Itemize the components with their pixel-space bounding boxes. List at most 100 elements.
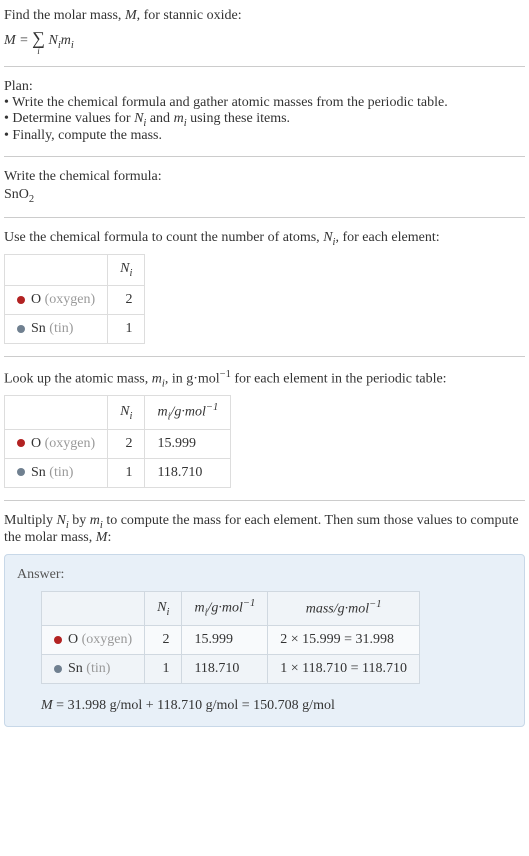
oxygen-dot-icon	[17, 439, 25, 447]
sigma-sub: i	[32, 49, 45, 54]
intro-text: Find the molar mass,	[4, 8, 125, 23]
oxygen-sym: O	[31, 292, 41, 307]
a-m: m	[194, 601, 204, 616]
intro-var-m: M	[125, 8, 137, 23]
oxygen-dot-icon	[54, 636, 62, 644]
tin-dot-icon	[17, 325, 25, 333]
tin-name: (tin)	[49, 465, 73, 480]
plan2-suffix: using these items.	[187, 111, 290, 126]
header-mi: mi/g·mol−1	[182, 592, 268, 625]
oxygen-dot-icon	[17, 296, 25, 304]
chem-formula-section: Write the chemical formula: SnO2	[4, 169, 525, 205]
count-n: N	[323, 230, 332, 245]
am-mid: , in g·mol	[165, 371, 220, 386]
intro-section: Find the molar mass, M, for stannic oxid…	[4, 8, 525, 54]
mult-n: N	[57, 513, 66, 528]
mult-prefix: Multiply	[4, 513, 57, 528]
tin-name: (tin)	[49, 321, 73, 336]
element-cell-oxygen: O (oxygen)	[5, 429, 108, 458]
chem-formula-heading: Write the chemical formula:	[4, 169, 525, 185]
oxygen-mass: 15.999	[182, 625, 268, 654]
oxygen-name: (oxygen)	[82, 632, 133, 647]
header-empty	[5, 254, 108, 285]
plan2-prefix: • Determine values for	[4, 111, 134, 126]
final-m: M	[41, 698, 53, 713]
am-m: m	[152, 371, 162, 386]
plan-heading: Plan:	[4, 79, 525, 95]
a-mass-exp: −1	[369, 599, 381, 610]
plan2-and: and	[146, 111, 173, 126]
tin-calc: 1 × 118.710 = 118.710	[268, 654, 420, 683]
table-header-row: Ni	[5, 254, 145, 285]
formula-m-sub: i	[71, 40, 74, 51]
table-row: O (oxygen) 2 15.999 2 × 15.999 = 31.998	[42, 625, 420, 654]
table-row: Sn (tin) 1	[5, 314, 145, 343]
header-ni: Ni	[108, 254, 145, 285]
intro-line1: Find the molar mass, M, for stannic oxid…	[4, 8, 525, 24]
h-m-exp: −1	[206, 402, 218, 413]
header-n-sub: i	[130, 268, 133, 279]
tin-dot-icon	[17, 468, 25, 476]
formula-lhs: M	[4, 33, 16, 48]
header-n: N	[120, 261, 129, 276]
molar-mass-formula: M = ∑i Nimi	[4, 28, 525, 54]
plan-item-1: • Write the chemical formula and gather …	[4, 95, 525, 111]
mult-m: m	[90, 513, 100, 528]
oxygen-count: 2	[145, 625, 182, 654]
a-m-unit: /g·mol	[207, 601, 242, 616]
divider	[4, 356, 525, 357]
oxygen-sym: O	[68, 632, 78, 647]
a-mass-label: mass/g·mol	[306, 602, 369, 617]
tin-sym: Sn	[31, 465, 46, 480]
oxygen-name: (oxygen)	[45, 292, 96, 307]
plan-item-3: • Finally, compute the mass.	[4, 128, 525, 144]
am-exp: −1	[220, 369, 231, 380]
a-m-exp: −1	[243, 598, 255, 609]
header-empty	[42, 592, 145, 625]
atomic-mass-heading: Look up the atomic mass, mi, in g·mol−1 …	[4, 369, 525, 389]
chem-formula: SnO2	[4, 187, 525, 205]
h-m-unit: /g·mol	[170, 405, 205, 420]
tin-mass: 118.710	[182, 654, 268, 683]
mult-suffix: :	[107, 530, 111, 545]
table-row: Sn (tin) 1 118.710 1 × 118.710 = 118.710	[42, 654, 420, 683]
oxygen-count: 2	[108, 285, 145, 314]
divider	[4, 217, 525, 218]
header-ni: Ni	[145, 592, 182, 625]
header-mi: mi/g·mol−1	[145, 396, 231, 429]
formula-m: m	[61, 33, 71, 48]
element-cell-tin: Sn (tin)	[42, 654, 145, 683]
a-n: N	[157, 600, 166, 615]
multiply-heading: Multiply Ni by mi to compute the mass fo…	[4, 513, 525, 547]
formula-eq: =	[16, 33, 32, 48]
answer-box: Answer: Ni mi/g·mol−1 mass/g·mol−1 O (ox…	[4, 554, 525, 726]
oxygen-sym: O	[31, 436, 41, 451]
plan2-m: m	[174, 111, 184, 126]
answer-table: Ni mi/g·mol−1 mass/g·mol−1 O (oxygen) 2 …	[41, 591, 420, 683]
h-n: N	[120, 404, 129, 419]
element-cell-tin: Sn (tin)	[5, 314, 108, 343]
element-cell-oxygen: O (oxygen)	[5, 285, 108, 314]
count-prefix: Use the chemical formula to count the nu…	[4, 230, 323, 245]
oxygen-count: 2	[108, 429, 145, 458]
atomic-mass-table: Ni mi/g·mol−1 O (oxygen) 2 15.999 Sn (ti…	[4, 395, 231, 487]
am-prefix: Look up the atomic mass,	[4, 371, 152, 386]
oxygen-mass: 15.999	[145, 429, 231, 458]
chem-base: SnO	[4, 187, 29, 202]
formula-n: N	[48, 33, 57, 48]
table-row: O (oxygen) 2	[5, 285, 145, 314]
table-header-row: Ni mi/g·mol−1	[5, 396, 231, 429]
count-atoms-section: Use the chemical formula to count the nu…	[4, 230, 525, 344]
divider	[4, 156, 525, 157]
am-suffix: for each element in the periodic table:	[231, 371, 447, 386]
element-cell-tin: Sn (tin)	[5, 458, 108, 487]
header-mass: mass/g·mol−1	[268, 592, 420, 625]
tin-name: (tin)	[86, 661, 110, 676]
intro-text-suffix: , for stannic oxide:	[137, 8, 242, 23]
tin-mass: 118.710	[145, 458, 231, 487]
count-suffix: , for each element:	[335, 230, 439, 245]
table-row: O (oxygen) 2 15.999	[5, 429, 231, 458]
answer-label: Answer:	[17, 567, 512, 583]
a-n-sub: i	[167, 607, 170, 618]
h-n-sub: i	[130, 410, 133, 421]
